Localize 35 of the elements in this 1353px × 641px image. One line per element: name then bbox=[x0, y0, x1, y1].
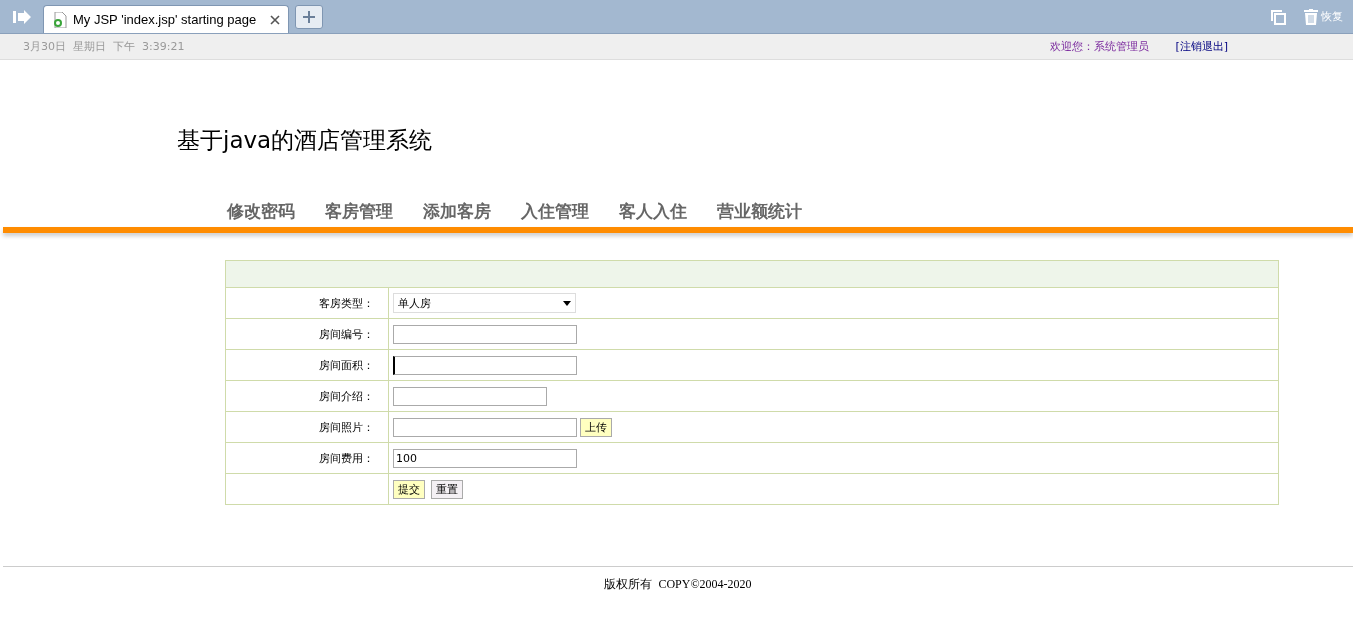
site-title: 基于java的酒店管理系统 bbox=[177, 126, 434, 155]
field-label: 客房类型： bbox=[225, 287, 389, 319]
close-icon[interactable] bbox=[270, 14, 280, 25]
nav-link[interactable]: 入住管理 bbox=[521, 200, 589, 227]
field-label: 房间面积： bbox=[225, 349, 389, 381]
nav-link[interactable]: 添加客房 bbox=[423, 200, 491, 227]
input-field[interactable] bbox=[393, 417, 577, 437]
input-field[interactable] bbox=[393, 386, 547, 406]
input-field[interactable] bbox=[393, 324, 577, 344]
new-tab-button[interactable] bbox=[295, 4, 323, 29]
nav-link[interactable]: 营业额统计 bbox=[717, 200, 802, 227]
room-type-dropdown[interactable]: 单人房 bbox=[393, 293, 576, 313]
input-field[interactable] bbox=[393, 355, 577, 375]
sidebar-toggle-icon[interactable] bbox=[13, 9, 31, 24]
plus-icon bbox=[303, 10, 315, 23]
field-label: 房间介绍： bbox=[225, 380, 389, 412]
trash-icon bbox=[1304, 8, 1318, 25]
input-field[interactable]: 100 bbox=[393, 448, 577, 468]
upload-button[interactable]: 上传 bbox=[580, 417, 612, 437]
date-time: 3月30日 星期日 下午 3:39:21 bbox=[23, 39, 185, 54]
copyright-text: 版权所有 COPY©2004-2020 bbox=[3, 566, 1353, 593]
welcome-text: 欢迎您：系统管理员 bbox=[1050, 39, 1150, 54]
submit-button[interactable]: 提交 bbox=[393, 479, 425, 499]
reset-button[interactable]: 重置 bbox=[431, 479, 463, 499]
field-label: 房间编号： bbox=[225, 318, 389, 350]
nav-link[interactable]: 客房管理 bbox=[325, 200, 393, 227]
field-label: 房间照片： bbox=[225, 411, 389, 443]
page-icon bbox=[53, 11, 67, 28]
nav-link[interactable]: 客人入住 bbox=[619, 200, 687, 227]
browser-tab[interactable]: My JSP 'index.jsp' starting page bbox=[43, 5, 289, 33]
logout-link[interactable]: [注销退出] bbox=[1175, 39, 1228, 54]
nav-link[interactable]: 修改密码 bbox=[227, 200, 295, 227]
windows-icon[interactable] bbox=[1270, 8, 1286, 25]
caret-icon bbox=[563, 300, 571, 306]
field-label: 房间费用： bbox=[225, 442, 389, 474]
